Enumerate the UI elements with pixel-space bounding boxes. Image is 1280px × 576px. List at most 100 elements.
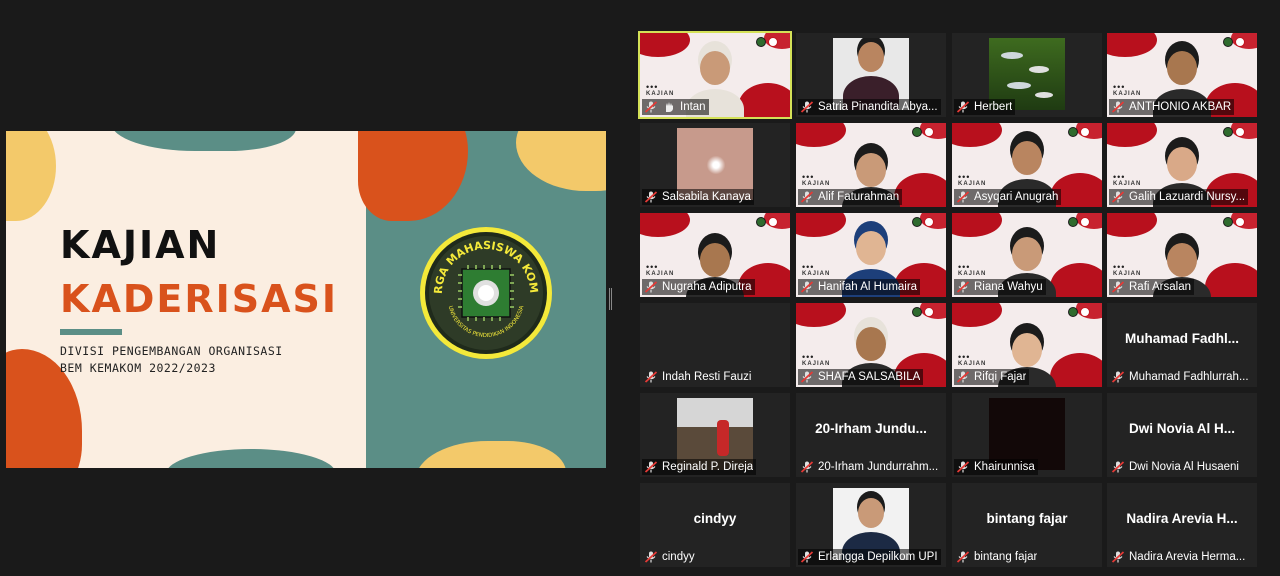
participant-name: Rifqi Fajar [974, 371, 1027, 383]
participant-name-label: ANTHONIO AKBAR [1109, 99, 1235, 115]
participant-name-label: Muhamad Fadhlurrah... [1109, 369, 1252, 385]
participant-tile[interactable]: ••• KAJIAN Rifqi Fajar [952, 303, 1102, 387]
participant-tile[interactable]: cindyy cindyy [640, 483, 790, 567]
mic-muted-icon [800, 371, 814, 383]
participant-tile[interactable]: ••• KAJIAN Alif Faturahman [796, 123, 946, 207]
participant-name-label: Rafi Arsalan [1109, 279, 1195, 295]
participant-name: Reginald P. Direja [662, 461, 754, 473]
mic-muted-icon [644, 191, 658, 203]
participant-tile[interactable]: ••• KAJIAN Rafi Arsalan [1107, 213, 1257, 297]
participant-name-label: Salsabila Kanaya [642, 189, 754, 205]
participant-name: Rafi Arsalan [1129, 281, 1192, 293]
participant-name: Muhamad Fadhlurrah... [1129, 371, 1249, 383]
mic-muted-icon [800, 101, 814, 113]
participant-name: Intan [680, 101, 706, 113]
participant-name: Galih Lazuardi Nursy... [1129, 191, 1246, 203]
participant-tile[interactable]: Nadira Arevia H... Nadira Arevia Herma... [1107, 483, 1257, 567]
panel-resize-handle[interactable] [609, 288, 612, 310]
participant-tile[interactable]: Indah Resti Fauzi [640, 303, 790, 387]
participant-tile[interactable]: Erlangga Depilkom UPI [796, 483, 946, 567]
participant-tile[interactable]: ••• KAJIAN Nugraha Adiputra [640, 213, 790, 297]
mic-muted-icon [644, 461, 658, 473]
participant-tile[interactable]: Herbert [952, 33, 1102, 117]
status-ring-icon [1235, 127, 1245, 137]
participant-tile[interactable]: 20-Irham Jundu... 20-Irham Jundurrahm... [796, 393, 946, 477]
participant-name-label: Satria Pinandita Abya... [798, 99, 941, 115]
status-ring-icon [1235, 37, 1245, 47]
mic-muted-icon [956, 551, 970, 563]
participant-name: SHAFA SALSABILA [818, 371, 921, 383]
participant-tile[interactable]: ••• KAJIAN SHAFA SALSABILA [796, 303, 946, 387]
status-ring-icon [1080, 217, 1090, 227]
participant-tile[interactable]: Muhamad Fadhl... Muhamad Fadhlurrah... [1107, 303, 1257, 387]
status-dot-icon [756, 217, 766, 227]
participant-display-name: Nadira Arevia H... [1126, 511, 1238, 526]
slide-blob-teal-top [111, 131, 296, 151]
mic-muted-icon [644, 101, 658, 113]
participant-tile[interactable]: ••• KAJIAN Asyqari Anugrah [952, 123, 1102, 207]
participant-name: Alif Faturahman [818, 191, 900, 203]
participant-tile[interactable]: Satria Pinandita Abya... [796, 33, 946, 117]
participant-tile[interactable]: ••• KAJIAN Intan [638, 31, 792, 119]
participant-tile[interactable]: ••• KAJIAN ANTHONIO AKBAR [1107, 33, 1257, 117]
participant-name-label: Hanifah Al Humaira [798, 279, 921, 295]
status-dot-icon [1068, 307, 1078, 317]
mic-muted-icon [956, 371, 970, 383]
participant-name: Riana Wahyu [974, 281, 1043, 293]
participant-tile[interactable]: Salsabila Kanaya [640, 123, 790, 207]
participant-tile[interactable]: ••• KAJIAN Riana Wahyu [952, 213, 1102, 297]
raise-hand-icon [666, 102, 673, 112]
participant-name-label: Indah Resti Fauzi [642, 369, 755, 385]
participant-name-label: bintang fajar [954, 549, 1040, 565]
status-dot-icon [756, 37, 766, 47]
status-ring-icon [1235, 217, 1245, 227]
mic-muted-icon [1111, 371, 1125, 383]
status-ring-icon [924, 217, 934, 227]
participant-tile[interactable]: Dwi Novia Al H... Dwi Novia Al Husaeni [1107, 393, 1257, 477]
participant-name-label: cindyy [642, 549, 698, 565]
participant-name-label: Alif Faturahman [798, 189, 903, 205]
mic-muted-icon [800, 551, 814, 563]
mic-muted-icon [1111, 101, 1125, 113]
participant-name: Satria Pinandita Abya... [818, 101, 938, 113]
participant-tile[interactable]: ••• KAJIAN Galih Lazuardi Nursy... [1107, 123, 1257, 207]
participant-name: Asyqari Anugrah [974, 191, 1059, 203]
participant-name-label: 20-Irham Jundurrahm... [798, 459, 941, 475]
mic-muted-icon [800, 281, 814, 293]
mic-muted-icon [1111, 281, 1125, 293]
participant-tile[interactable]: ••• KAJIAN Hanifah Al Humaira [796, 213, 946, 297]
mic-muted-icon [644, 281, 658, 293]
participant-name-label: SHAFA SALSABILA [798, 369, 924, 385]
mic-muted-icon [644, 551, 658, 563]
participant-name: Indah Resti Fauzi [662, 371, 752, 383]
slide-title-kaderisasi: KADERISASI [60, 277, 339, 321]
participant-name-label: Nugraha Adiputra [642, 279, 755, 295]
mic-muted-icon [1111, 551, 1125, 563]
participant-name: Hanifah Al Humaira [818, 281, 918, 293]
participant-name: Nugraha Adiputra [662, 281, 752, 293]
status-dot-icon [912, 307, 922, 317]
mic-muted-icon [956, 191, 970, 203]
participant-tile[interactable]: bintang fajar bintang fajar [952, 483, 1102, 567]
status-dot-icon [912, 127, 922, 137]
status-ring-icon [768, 217, 778, 227]
participant-name: Herbert [974, 101, 1013, 113]
status-ring-icon [768, 37, 778, 47]
participant-display-name: 20-Irham Jundu... [815, 421, 927, 436]
slide-subtitle-division: DIVISI PENGEMBANGAN ORGANISASI [60, 344, 283, 358]
status-ring-icon [924, 307, 934, 317]
participant-name-label: Intan [642, 99, 709, 115]
mic-muted-icon [1111, 191, 1125, 203]
slide-subtitle-bem: BEM KEMAKOM 2022/2023 [60, 361, 216, 375]
participant-tile[interactable]: Khairunnisa [952, 393, 1102, 477]
status-dot-icon [1068, 217, 1078, 227]
status-ring-icon [924, 127, 934, 137]
participant-name-label: Erlangga Depilkom UPI [798, 549, 941, 565]
participant-display-name: Dwi Novia Al H... [1128, 421, 1236, 436]
mic-muted-icon [644, 371, 658, 383]
participant-name-label: Herbert [954, 99, 1016, 115]
participant-display-name: bintang fajar [986, 511, 1068, 526]
participant-name-label: Rifqi Fajar [954, 369, 1030, 385]
participant-tile[interactable]: Reginald P. Direja [640, 393, 790, 477]
status-dot-icon [1223, 127, 1233, 137]
